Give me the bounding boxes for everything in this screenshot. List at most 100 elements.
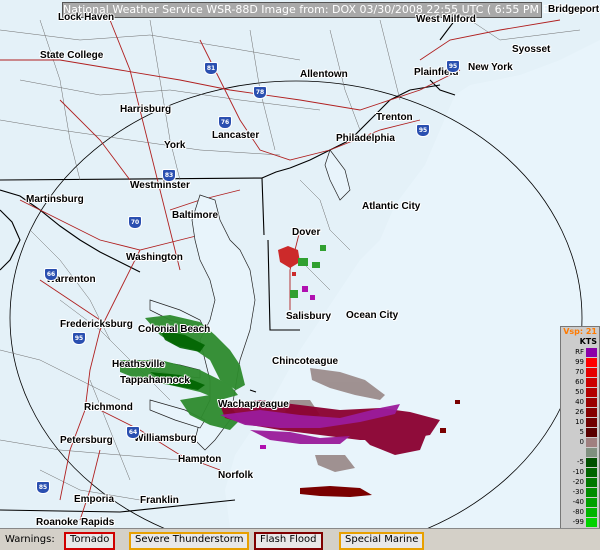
- legend-value: 26: [575, 408, 584, 416]
- legend-row: 60: [561, 377, 599, 387]
- city-label: Allentown: [300, 69, 348, 80]
- city-label: Chincoteague: [272, 356, 339, 367]
- warnings-bar: Warnings: Tornado Severe Thunderstorm Flas…: [0, 528, 600, 550]
- city-label: Salisbury: [286, 311, 332, 322]
- legend-value: -20: [572, 478, 584, 486]
- legend-row: 70: [561, 367, 599, 377]
- legend-row: -5: [561, 457, 599, 467]
- warning-severe-thunderstorm-button[interactable]: Severe Thunderstorm: [129, 532, 250, 550]
- city-label: Wachapreague: [218, 399, 289, 410]
- city-label: West Milford: [416, 14, 476, 25]
- interstate-shield-icon: 85: [36, 481, 50, 494]
- interstate-shield-icon: 95: [416, 124, 430, 137]
- city-label: Atlantic City: [362, 201, 421, 212]
- city-label: Williamsburg: [134, 433, 197, 444]
- legend-row: [561, 447, 599, 457]
- radar-frame: National Weather Service WSR-88D Image f…: [0, 0, 600, 550]
- legend-swatch: [586, 368, 597, 377]
- legend-row: -80: [561, 507, 599, 517]
- city-label: Philadelphia: [336, 133, 395, 144]
- legend-value: 50: [575, 388, 584, 396]
- legend-swatch: [586, 398, 597, 407]
- legend-swatch: [586, 508, 597, 517]
- legend-swatch: [586, 418, 597, 427]
- legend-swatch: [586, 448, 597, 457]
- legend-value: 0: [579, 438, 584, 446]
- legend-swatch: [586, 378, 597, 387]
- velocity-legend: Vsp: 21 KTS RF 99 70 60 50 40 26 10 5 0 -5 -10 -20 -3…: [560, 326, 600, 548]
- legend-row: 10: [561, 417, 599, 427]
- legend-value: RF: [575, 348, 584, 356]
- city-label: Petersburg: [60, 435, 113, 446]
- warnings-label: Warnings:: [5, 534, 55, 545]
- legend-row: -10: [561, 467, 599, 477]
- city-label: Heathsville: [112, 359, 165, 370]
- interstate-shield-icon: 81: [204, 62, 218, 75]
- legend-row: -40: [561, 497, 599, 507]
- legend-row: -99: [561, 517, 599, 527]
- legend-swatch: [586, 408, 597, 417]
- legend-value: 60: [575, 378, 584, 386]
- legend-swatch: [586, 348, 597, 357]
- city-label: Lock Haven: [58, 12, 115, 23]
- city-label: Norfolk: [218, 470, 253, 481]
- legend-swatch: [586, 478, 597, 487]
- legend-value: 99: [575, 358, 584, 366]
- legend-value: 40: [575, 398, 584, 406]
- city-label: Ocean City: [346, 310, 399, 321]
- legend-header-units: KTS: [579, 337, 597, 346]
- city-label: Richmond: [84, 402, 133, 413]
- city-label: Hampton: [178, 454, 222, 465]
- legend-swatch: [586, 488, 597, 497]
- city-label: Roanoke Rapids: [36, 517, 115, 528]
- city-label: Martinsburg: [26, 194, 84, 205]
- city-label: York: [164, 140, 186, 151]
- interstate-shield-icon: 83: [162, 169, 176, 182]
- legend-swatch: [586, 518, 597, 527]
- interstate-shield-icon: 70: [128, 216, 142, 229]
- warning-special-marine-button[interactable]: Special Marine: [339, 532, 425, 550]
- legend-row: 50: [561, 387, 599, 397]
- legend-value: -5: [577, 458, 584, 466]
- legend-swatch: [586, 498, 597, 507]
- legend-rows: RF9970605040261050-5-10-20-30-40-80-99ND: [561, 347, 599, 537]
- interstate-shield-icon: 76: [218, 116, 232, 129]
- city-label: Fredericksburg: [60, 319, 133, 330]
- interstate-shield-icon: 64: [126, 426, 140, 439]
- city-label: State College: [40, 50, 104, 61]
- legend-row: RF: [561, 347, 599, 357]
- legend-row: 99: [561, 357, 599, 367]
- city-label: Harrisburg: [120, 104, 172, 115]
- city-label: Tappahannock: [120, 375, 190, 386]
- legend-row: -20: [561, 477, 599, 487]
- legend-row: -30: [561, 487, 599, 497]
- city-label: Bridgeport: [548, 4, 600, 15]
- city-label: New York: [468, 62, 513, 73]
- city-label: Emporia: [74, 494, 115, 505]
- legend-row: 26: [561, 407, 599, 417]
- city-label: Trenton: [376, 112, 413, 123]
- city-label: Dover: [292, 227, 321, 238]
- city-label: Washington: [126, 252, 183, 263]
- legend-value: 10: [575, 418, 584, 426]
- legend-swatch: [586, 468, 597, 477]
- legend-value: 70: [575, 368, 584, 376]
- interstate-shield-icon: 78: [253, 86, 267, 99]
- legend-row: 0: [561, 437, 599, 447]
- legend-swatch: [586, 438, 597, 447]
- legend-value: -30: [572, 488, 584, 496]
- legend-value: -80: [572, 508, 584, 516]
- legend-header-vsp: Vsp: 21: [563, 327, 597, 336]
- legend-swatch: [586, 428, 597, 437]
- city-label: Lancaster: [212, 130, 260, 141]
- warning-flash-flood-button[interactable]: Flash Flood: [254, 532, 323, 550]
- city-label: Baltimore: [172, 210, 219, 221]
- legend-value: -40: [572, 498, 584, 506]
- warning-tornado-button[interactable]: Tornado: [64, 532, 116, 550]
- city-label: Syosset: [512, 44, 551, 55]
- city-label: Franklin: [140, 495, 179, 506]
- legend-swatch: [586, 458, 597, 467]
- legend-swatch: [586, 388, 597, 397]
- legend-row: 40: [561, 397, 599, 407]
- legend-swatch: [586, 358, 597, 367]
